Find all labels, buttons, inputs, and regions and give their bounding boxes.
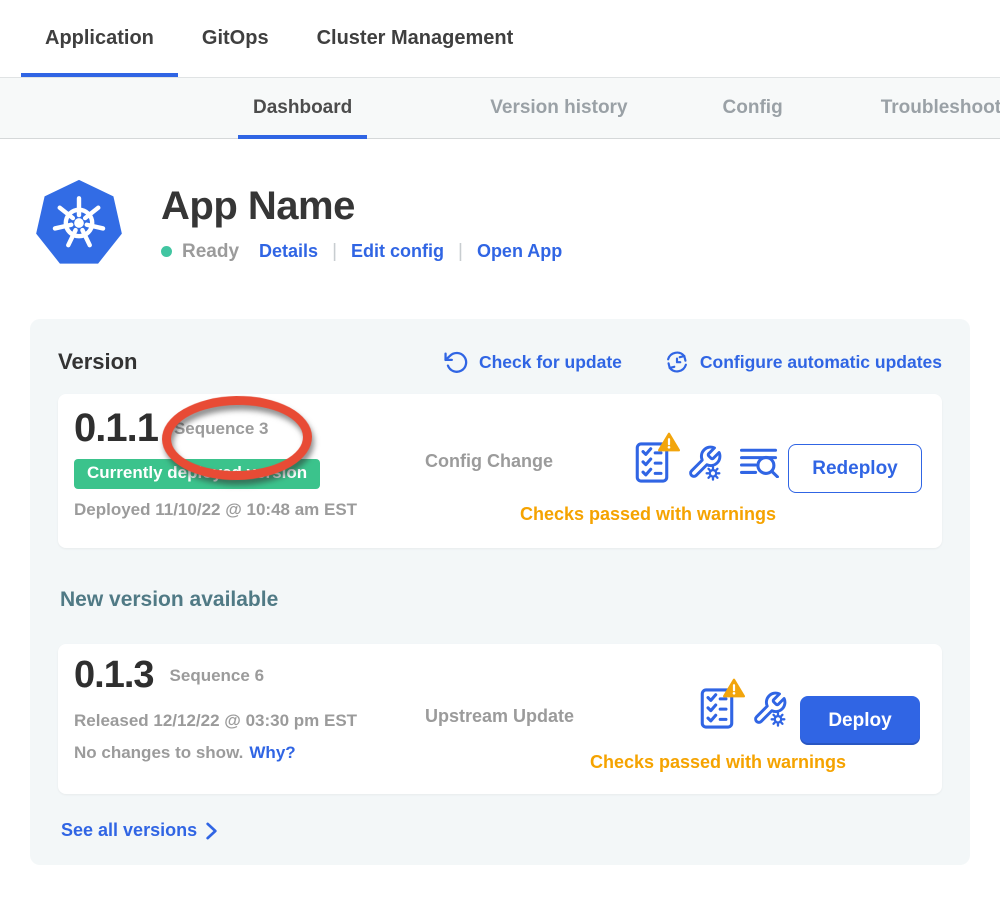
tab-troubleshoot-label: Troubleshoot [881, 97, 1000, 119]
current-version-sequence: Sequence 3 [174, 419, 269, 439]
open-app-link[interactable]: Open App [477, 241, 562, 262]
status-dot-icon [161, 246, 172, 257]
tab-version-history-label: Version history [490, 97, 627, 119]
current-version-number: 0.1.1 [74, 406, 158, 451]
config-wrench-icon[interactable] [751, 690, 788, 727]
chevron-right-icon [206, 822, 217, 840]
preflight-checks-icon[interactable] [635, 442, 669, 483]
configure-automatic-updates-label: Configure automatic updates [700, 352, 942, 373]
preflight-checks-icon[interactable] [700, 688, 734, 729]
details-link[interactable]: Details [259, 241, 318, 262]
status-badge: Ready [182, 241, 239, 263]
tab-config-label: Config [723, 97, 783, 119]
app-sub-nav: Dashboard Version history Config Trouble… [0, 77, 1000, 139]
link-separator: | [458, 241, 463, 263]
auto-update-icon [664, 349, 690, 375]
tab-cluster-management-label: Cluster Management [317, 27, 514, 50]
available-version-number: 0.1.3 [74, 654, 154, 697]
no-changes-note: No changes to show. [74, 743, 243, 762]
file-search-icon[interactable] [740, 447, 780, 478]
configure-automatic-updates-button[interactable]: Configure automatic updates [664, 349, 942, 375]
current-version-card: 0.1.1 Sequence 3 Currently deployed vers… [58, 394, 942, 548]
deployed-timestamp: Deployed 11/10/22 @ 10:48 am EST [74, 500, 357, 520]
see-all-versions-link[interactable]: See all versions [61, 820, 217, 841]
current-source-label: Config Change [425, 451, 553, 472]
tab-dashboard-label: Dashboard [253, 97, 352, 119]
available-version-card: 0.1.3 Sequence 6 Released 12/12/22 @ 03:… [58, 644, 942, 794]
released-timestamp: Released 12/12/22 @ 03:30 pm EST [74, 711, 357, 731]
version-panel: Version Check for update Configure autom… [30, 319, 970, 865]
tab-application[interactable]: Application [21, 0, 178, 77]
kubernetes-logo-icon [35, 177, 123, 269]
available-source-label: Upstream Update [425, 706, 574, 727]
deploy-button[interactable]: Deploy [800, 696, 920, 745]
tab-config[interactable]: Config [708, 78, 798, 138]
see-all-versions-label: See all versions [61, 820, 197, 841]
tab-gitops[interactable]: GitOps [178, 0, 293, 77]
page-title: App Name [161, 184, 562, 229]
current-checks-status: Checks passed with warnings [438, 504, 858, 525]
currently-deployed-badge: Currently deployed version [74, 459, 320, 489]
check-for-update-label: Check for update [479, 352, 622, 373]
config-wrench-icon[interactable] [686, 444, 723, 481]
tab-cluster-management[interactable]: Cluster Management [293, 0, 538, 77]
tab-application-label: Application [45, 27, 154, 50]
link-separator: | [332, 241, 337, 263]
redeploy-button[interactable]: Redeploy [788, 444, 922, 493]
new-version-available-heading: New version available [60, 588, 942, 612]
available-version-sequence: Sequence 6 [170, 666, 265, 686]
why-link[interactable]: Why? [249, 743, 295, 762]
tab-gitops-label: GitOps [202, 27, 269, 50]
refresh-icon [444, 350, 469, 375]
tab-troubleshoot[interactable]: Troubleshoot [866, 78, 1000, 138]
warning-badge-icon [723, 678, 745, 698]
top-nav: Application GitOps Cluster Management [0, 0, 1000, 77]
app-header: App Name Ready Details | Edit config | O… [35, 177, 1000, 269]
tab-version-history[interactable]: Version history [475, 78, 642, 138]
tab-dashboard[interactable]: Dashboard [238, 78, 367, 138]
available-checks-status: Checks passed with warnings [548, 752, 888, 773]
warning-badge-icon [658, 432, 680, 452]
check-for-update-button[interactable]: Check for update [444, 349, 622, 375]
edit-config-link[interactable]: Edit config [351, 241, 444, 262]
version-panel-title: Version [58, 349, 137, 375]
